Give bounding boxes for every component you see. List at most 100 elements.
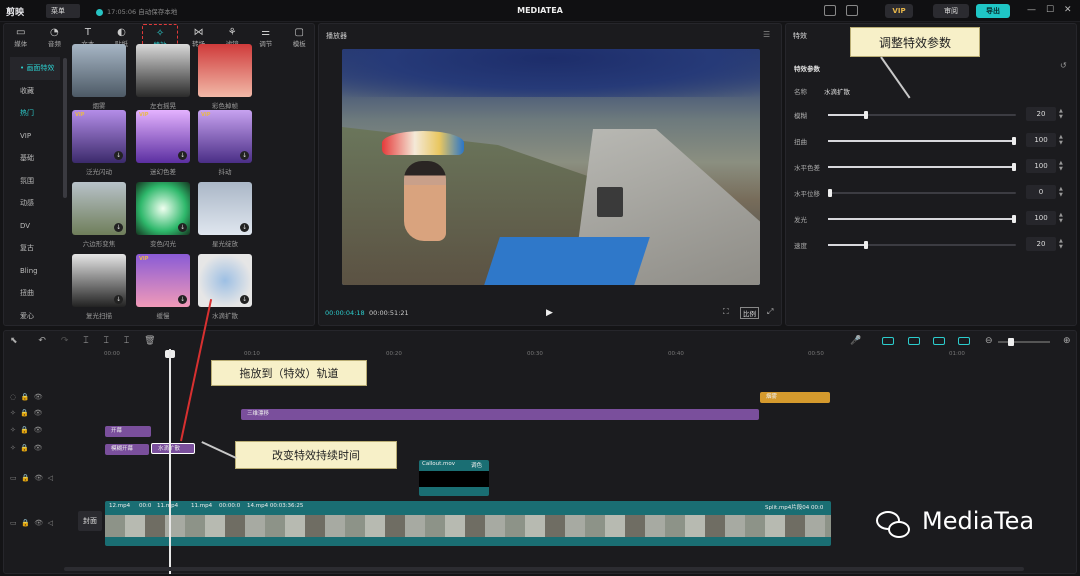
download-icon[interactable]: ↓: [240, 223, 249, 232]
download-icon[interactable]: ↓: [178, 223, 187, 232]
param-value[interactable]: 100: [1026, 159, 1056, 173]
minimize-icon[interactable]: —: [1027, 5, 1036, 15]
reset-icon[interactable]: ↺: [1060, 61, 1067, 70]
fit-icon[interactable]: ⛶: [723, 307, 729, 317]
export-button[interactable]: 导出: [976, 4, 1010, 18]
close-icon[interactable]: ✕: [1064, 5, 1072, 15]
vip-badge[interactable]: VIP: [885, 4, 913, 18]
layout-icon[interactable]: [846, 5, 858, 16]
track-controls[interactable]: ▭ 🔒 👁 ◁: [10, 474, 70, 484]
param-slider-knob[interactable]: [1012, 163, 1016, 171]
download-icon[interactable]: ↓: [114, 295, 123, 304]
effect-card[interactable]: 左右摇晃: [136, 44, 190, 110]
download-icon[interactable]: ↓: [114, 151, 123, 160]
param-slider[interactable]: [828, 215, 1016, 223]
tab-media[interactable]: ▭ 媒体: [4, 24, 38, 50]
timeline-clip[interactable]: 烟雾: [760, 392, 830, 403]
play-icon[interactable]: ▶: [546, 308, 553, 318]
zoom-knob[interactable]: [1008, 338, 1014, 346]
tab-adjust[interactable]: ⚌ 调节: [249, 24, 283, 50]
param-slider[interactable]: [828, 189, 1016, 197]
param-slider[interactable]: [828, 163, 1016, 171]
download-icon[interactable]: ↓: [240, 295, 249, 304]
mic-icon[interactable]: 🎤: [850, 336, 861, 346]
param-value[interactable]: 100: [1026, 133, 1056, 147]
effect-card[interactable]: VIP ↓ 迷幻色差: [136, 110, 190, 176]
tab-audio[interactable]: ◔ 音频: [38, 24, 72, 50]
param-slider[interactable]: [828, 137, 1016, 145]
video-preview[interactable]: [342, 49, 760, 285]
effect-card[interactable]: 彩色掉帧: [198, 44, 252, 110]
param-stepper-icon[interactable]: ▲ ▼: [1059, 212, 1063, 224]
redo-icon[interactable]: ↷: [61, 336, 69, 346]
playhead[interactable]: [169, 349, 171, 574]
category-item[interactable]: 收藏: [10, 80, 60, 103]
category-item[interactable]: Bling: [10, 260, 60, 283]
effect-card[interactable]: ↓ 星光绽放: [198, 182, 252, 248]
track-controls[interactable]: ▭ 🔒 👁 ◁: [10, 519, 70, 529]
category-item[interactable]: 动感: [10, 192, 60, 215]
param-value[interactable]: 20: [1026, 107, 1056, 121]
param-slider-knob[interactable]: [828, 189, 832, 197]
param-value[interactable]: 20: [1026, 237, 1056, 251]
split-icon[interactable]: ⌶: [83, 336, 88, 346]
preview-axis-icon[interactable]: [933, 337, 945, 345]
effect-card[interactable]: VIP ↓ 缓慢: [136, 254, 190, 320]
zoom-in-icon[interactable]: ⊕: [1063, 336, 1071, 346]
param-stepper-icon[interactable]: ▲ ▼: [1059, 134, 1063, 146]
timeline-clip[interactable]: 开幕: [105, 426, 151, 437]
snap-icon[interactable]: [882, 337, 894, 345]
effect-card[interactable]: ↓ 变色闪光: [136, 182, 190, 248]
param-stepper-icon[interactable]: ▲ ▼: [1059, 108, 1063, 120]
download-icon[interactable]: ↓: [114, 223, 123, 232]
param-slider[interactable]: [828, 111, 1016, 119]
category-item[interactable]: 复古: [10, 237, 60, 260]
ratio-button[interactable]: 比例: [740, 307, 759, 319]
effect-card[interactable]: 烟雾: [72, 44, 126, 110]
category-item[interactable]: DV: [10, 215, 60, 238]
shortcut-icon[interactable]: [824, 5, 836, 16]
track-controls[interactable]: ✧ 🔒 👁: [10, 444, 70, 454]
category-item[interactable]: 氛围: [10, 170, 60, 193]
main-track[interactable]: 12.mp4 00:0 11.mp4 11.mp4 00:00:0 14.mp4…: [105, 501, 831, 546]
param-stepper-icon[interactable]: ▲ ▼: [1059, 160, 1063, 172]
param-slider[interactable]: [828, 241, 1016, 249]
zoom-out-icon[interactable]: ⊖: [985, 336, 993, 346]
param-slider-knob[interactable]: [1012, 215, 1016, 223]
timeline-clip[interactable]: 模糊开幕: [105, 444, 149, 455]
param-value[interactable]: 0: [1026, 185, 1056, 199]
split-right-icon[interactable]: ⌶: [124, 336, 129, 346]
fullscreen-icon[interactable]: ⤢: [767, 307, 773, 317]
effect-card[interactable]: VIP ↓ 泛光闪动: [72, 110, 126, 176]
param-slider-knob[interactable]: [863, 111, 868, 119]
param-value[interactable]: 100: [1026, 211, 1056, 225]
select-icon[interactable]: ⬉: [10, 336, 18, 346]
download-icon[interactable]: ↓: [178, 151, 187, 160]
param-stepper-icon[interactable]: ▲ ▼: [1059, 186, 1063, 198]
cover-button[interactable]: 封面: [78, 511, 102, 531]
effect-card[interactable]: ↓ 六边形变焦: [72, 182, 126, 248]
track-controls[interactable]: ✧ 🔒 👁: [10, 426, 70, 436]
timeline-scrollbar[interactable]: [64, 567, 1024, 571]
track-controls[interactable]: ◌ 🔒 👁: [10, 393, 70, 403]
tab-template[interactable]: ▢ 模板: [283, 24, 317, 50]
category-item[interactable]: VIP: [10, 125, 60, 148]
effect-card[interactable]: ↓ 水滴扩散: [198, 254, 252, 320]
category-item[interactable]: 爱心: [10, 305, 60, 328]
category-item[interactable]: 基础: [10, 147, 60, 170]
zoom-slider[interactable]: [998, 338, 1050, 346]
maximize-icon[interactable]: ☐: [1046, 5, 1054, 15]
effect-card[interactable]: VIP ↓ 抖动: [198, 110, 252, 176]
download-icon[interactable]: ↓: [178, 295, 187, 304]
undo-icon[interactable]: ↶: [38, 336, 46, 346]
review-button[interactable]: 审阅: [933, 4, 969, 18]
split-left-icon[interactable]: ⌶: [104, 336, 109, 346]
selected-effect-clip[interactable]: 水滴扩散: [151, 443, 195, 454]
effect-card[interactable]: ↓ 复光扫描: [72, 254, 126, 320]
category-item[interactable]: 扭曲: [10, 282, 60, 305]
player-menu-icon[interactable]: ☰: [763, 30, 770, 39]
param-stepper-icon[interactable]: ▲ ▼: [1059, 238, 1063, 250]
callout-clip[interactable]: Callout.mov 调色: [419, 460, 489, 496]
audio-split-icon[interactable]: [958, 337, 970, 345]
param-slider-knob[interactable]: [863, 241, 868, 249]
